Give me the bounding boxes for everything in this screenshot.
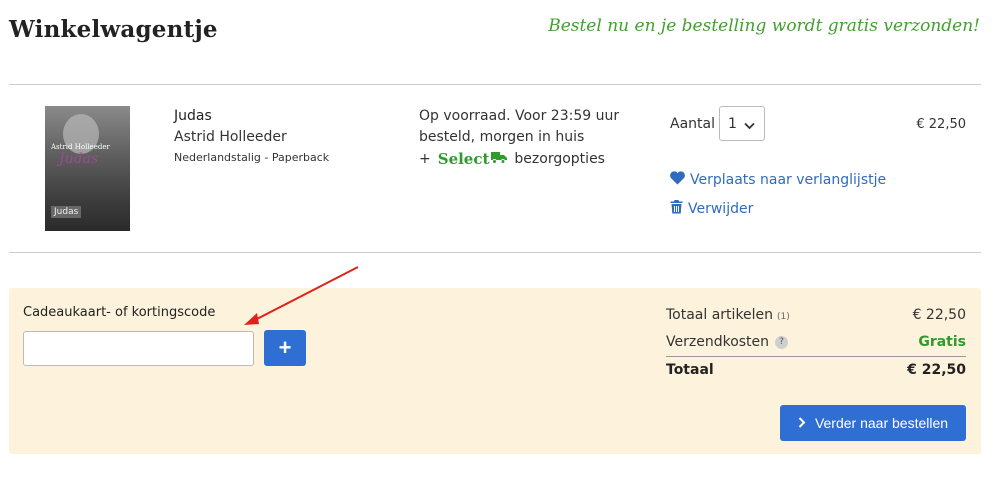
discount-code-input[interactable] — [23, 331, 254, 366]
select-delivery-options[interactable]: + Select bezorgopties — [419, 150, 605, 168]
select-logo: Select — [437, 150, 490, 168]
checkout-button[interactable]: Verder naar bestellen — [780, 405, 966, 441]
move-to-wishlist-link[interactable]: Verplaats naar verlanglijstje — [670, 171, 886, 189]
summary-shipping-value: Gratis — [918, 334, 966, 350]
quantity-label: Aantal — [670, 116, 715, 132]
summary-items-row: Totaal artikelen (1) € 22,50 — [666, 307, 966, 323]
summary-total-value: € 22,50 — [907, 362, 966, 378]
divider-bottom — [9, 252, 981, 253]
trash-icon — [670, 199, 688, 218]
product-meta: Nederlandstalig - Paperback — [174, 151, 330, 164]
select-plus: + — [419, 151, 431, 167]
chevron-down-icon — [744, 118, 755, 134]
summary-items-value: € 22,50 — [912, 307, 966, 323]
question-icon[interactable]: ? — [775, 335, 789, 349]
cover-label: Judas — [51, 206, 82, 218]
product-author[interactable]: Astrid Holleeder — [174, 129, 287, 145]
remove-item-label: Verwijder — [688, 200, 754, 217]
checkout-label: Verder naar bestellen — [814, 415, 949, 431]
cover-title: Judas — [59, 151, 99, 167]
heart-icon — [670, 171, 690, 189]
stock-status-line1: Op voorraad. Voor 23:59 uur — [419, 108, 620, 124]
stock-status-line2: besteld, morgen in huis — [419, 129, 585, 145]
select-delivery-label: bezorgopties — [514, 151, 605, 167]
summary-separator — [666, 356, 966, 357]
quantity-select[interactable]: 1 — [719, 106, 765, 141]
chevron-right-icon — [798, 415, 806, 431]
summary-shipping-label: Verzendkosten — [666, 334, 770, 350]
cover-author: Astrid Holleeder — [51, 143, 110, 151]
divider-top — [9, 84, 981, 85]
move-to-wishlist-label: Verplaats naar verlanglijstje — [690, 172, 887, 188]
book-cover[interactable]: Astrid Holleeder Judas Judas — [45, 106, 130, 231]
summary-total-row: Totaal € 22,50 — [666, 362, 966, 378]
truck-icon — [491, 151, 508, 168]
summary-items-label: Totaal artikelen — [666, 307, 774, 323]
summary-total-label: Totaal — [666, 362, 714, 378]
page-title: Winkelwagentje — [9, 16, 218, 43]
summary-items-count: (1) — [777, 312, 790, 322]
add-discount-code-button[interactable]: + — [264, 330, 306, 366]
free-shipping-promo: Bestel nu en je bestelling wordt gratis … — [548, 16, 980, 36]
remove-item-link[interactable]: Verwijder — [670, 199, 753, 218]
quantity-value: 1 — [728, 115, 737, 132]
discount-code-label: Cadeaukaart- of kortingscode — [23, 305, 216, 320]
product-title[interactable]: Judas — [174, 108, 212, 124]
summary-shipping-row: Verzendkosten? Gratis — [666, 334, 966, 351]
item-price: € 22,50 — [916, 117, 966, 132]
